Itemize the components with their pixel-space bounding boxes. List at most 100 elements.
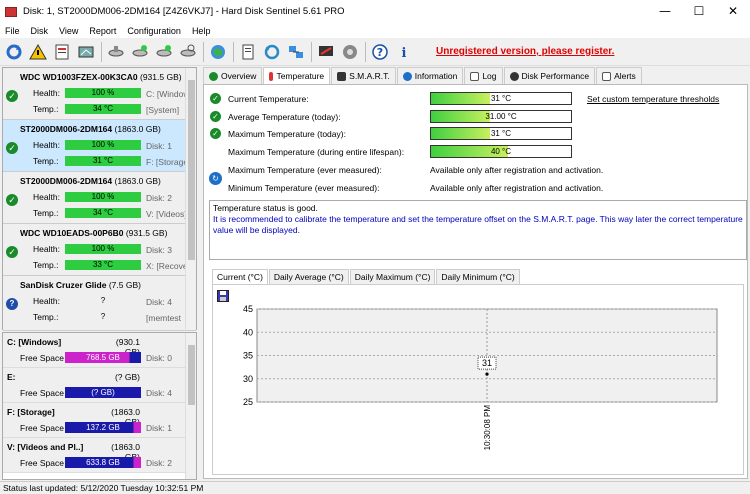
speaker-icon[interactable] xyxy=(340,42,360,62)
disk-item[interactable]: ST2000DM006-2DM164 (1863.0 GB) ✓ Health:… xyxy=(3,172,196,224)
report-icon[interactable] xyxy=(52,42,72,62)
volume-disk: Disk: 1 xyxy=(146,423,172,433)
volume-item[interactable]: F: [Storage] (1863.0 GB) Free Space 137.… xyxy=(3,403,196,438)
disk-side-info: C: [Windows] xyxy=(146,89,186,99)
volume-item[interactable]: V: [Videos and Pl..] (1863.0 GB) Free Sp… xyxy=(3,438,196,473)
disk-size: (1863.0 GB) xyxy=(114,124,161,134)
ok-check-icon: ✓ xyxy=(210,128,221,139)
disk-name: WDC WD1003FZEX-00K3CA0 xyxy=(20,72,138,82)
minimize-button[interactable]: — xyxy=(648,0,682,23)
health-bar: ? xyxy=(100,296,106,305)
unknown-status-icon: ? xyxy=(6,298,18,310)
volume-item[interactable]: E: (? GB) Free Space (? GB) Disk: 4 xyxy=(3,368,196,403)
health-label: Health: xyxy=(33,192,60,202)
volume-item[interactable]: C: [Windows] (930.1 GB) Free Space 768.5… xyxy=(3,333,196,368)
volume-disk: Disk: 4 xyxy=(146,388,172,398)
lifespan-temp-label: Maximum Temperature (during entire lifes… xyxy=(228,147,405,157)
tab-log[interactable]: Log xyxy=(464,67,503,84)
avg-temp-label: Average Temperature (today): xyxy=(228,112,341,122)
globe-icon[interactable] xyxy=(208,42,228,62)
disk-check-icon[interactable] xyxy=(130,42,150,62)
menu-file[interactable]: File xyxy=(5,26,20,36)
settings-icon[interactable] xyxy=(316,42,336,62)
custom-thresholds-link[interactable]: Set custom temperature thresholds xyxy=(587,94,719,104)
ever-max-label: Maximum Temperature (ever measured): xyxy=(228,165,382,175)
menu-view[interactable]: View xyxy=(59,26,78,36)
ever-min-label: Minimum Temperature (ever measured): xyxy=(228,183,380,193)
tab-label: Overview xyxy=(221,71,257,81)
tab-daily-maximum[interactable]: Daily Maximum (°C) xyxy=(349,269,436,284)
disk-warning-icon[interactable] xyxy=(154,42,174,62)
disk-search-icon[interactable] xyxy=(178,42,198,62)
volume-name: E: xyxy=(7,372,16,382)
information-icon xyxy=(402,71,412,81)
temp-value-text: 40 °C xyxy=(490,147,512,156)
tab-disk-performance[interactable]: Disk Performance xyxy=(503,67,596,84)
tab-label: Alerts xyxy=(614,71,636,81)
menu-help[interactable]: Help xyxy=(192,26,211,36)
close-button[interactable]: ✕ xyxy=(716,0,750,23)
volume-list: C: [Windows] (930.1 GB) Free Space 768.5… xyxy=(2,332,197,480)
disk-item[interactable]: WDC WD10EADS-00P6B0 (931.5 GB) ✓ Health:… xyxy=(3,224,196,276)
health-label: Health: xyxy=(33,140,60,150)
tab-daily-average[interactable]: Daily Average (°C) xyxy=(268,269,349,284)
x-tick-label: 10:30:08 PM xyxy=(483,405,492,451)
scrollbar-thumb[interactable] xyxy=(188,80,195,260)
refresh-icon[interactable] xyxy=(4,42,24,62)
tab-information[interactable]: Information xyxy=(396,67,464,84)
temperature-chart-area: 45 40 35 30 25 31 10:30:08 PM xyxy=(212,284,744,475)
temp-label: Temp.: xyxy=(33,312,59,322)
tab-label: Log xyxy=(482,71,497,81)
temperature-chart: 45 40 35 30 25 31 10:30:08 PM xyxy=(243,304,718,451)
info-icon[interactable]: i xyxy=(394,42,414,62)
free-space-label: Free Space xyxy=(20,458,64,468)
temperature-panel: ✓ Current Temperature: 31 °C Set custom … xyxy=(203,84,748,479)
max-temp-label: Maximum Temperature (today): xyxy=(228,129,346,139)
temp-label: Temp.: xyxy=(33,208,59,218)
sync-icon[interactable] xyxy=(262,42,282,62)
y-tick-label: 30 xyxy=(243,374,253,384)
tab-daily-minimum[interactable]: Daily Minimum (°C) xyxy=(436,269,520,284)
unregistered-link[interactable]: Unregistered version, please register. xyxy=(436,46,614,57)
maximize-button[interactable]: ☐ xyxy=(682,0,716,23)
temp-value-text: 31 °C xyxy=(490,129,512,138)
ever-min-value: Available only after registration and ac… xyxy=(430,183,604,193)
volume-disk: Disk: 0 xyxy=(146,353,172,363)
document-icon[interactable] xyxy=(238,42,258,62)
calibrate-info-icon[interactable]: ↻ xyxy=(209,172,222,185)
tab-smart[interactable]: S.M.A.R.T. xyxy=(331,67,396,84)
disk-size: (931.5 GB) xyxy=(140,72,182,82)
network-icon[interactable] xyxy=(286,42,306,62)
disk-size: (931.5 GB) xyxy=(125,228,168,238)
ok-check-icon: ✓ xyxy=(6,90,18,102)
ok-check-icon: ✓ xyxy=(6,246,18,258)
disk-item[interactable]: SanDisk Cruzer Glide (7.5 GB) ? Health: … xyxy=(3,276,196,331)
menu-disk[interactable]: Disk xyxy=(31,26,49,36)
tab-current[interactable]: Current (°C) xyxy=(212,269,268,284)
disk-name: ST2000DM006-2DM164 xyxy=(20,124,113,134)
free-space-bar: 768.5 GB xyxy=(65,352,141,363)
volume-list-scrollbar[interactable] xyxy=(185,333,196,479)
help-icon[interactable]: ? xyxy=(370,42,390,62)
tab-temperature[interactable]: Temperature xyxy=(263,67,331,84)
temp-label: Temp.: xyxy=(33,156,59,166)
disk-side-info: Disk: 3 xyxy=(146,245,172,255)
disk-item-selected[interactable]: ST2000DM006-2DM164 (1863.0 GB) ✓ Health:… xyxy=(3,120,196,172)
disk-side-info: V: [Videos] xyxy=(146,209,186,219)
menu-configuration[interactable]: Configuration xyxy=(127,26,181,36)
disk-item[interactable]: WDC WD1003FZEX-00K3CA0 (931.5 GB) ✓ Heal… xyxy=(3,68,196,120)
volume-size: (? GB) xyxy=(114,372,140,382)
tab-overview[interactable]: Overview xyxy=(203,67,263,84)
menu-report[interactable]: Report xyxy=(89,26,116,36)
menu-bar: File Disk View Report Configuration Help xyxy=(0,23,750,38)
tab-alerts[interactable]: Alerts xyxy=(596,67,642,84)
disk-tool-icon[interactable] xyxy=(106,42,126,62)
free-space-label: Free Space xyxy=(20,423,64,433)
warning-icon[interactable] xyxy=(28,42,48,62)
scrollbar-thumb[interactable] xyxy=(188,345,195,405)
volume-name: C: [Windows] xyxy=(7,337,62,347)
drive-image-icon[interactable] xyxy=(76,42,96,62)
toolbar: ? i Unregistered version, please registe… xyxy=(0,38,750,66)
health-bar: 100 % xyxy=(65,244,141,254)
disk-list-scrollbar[interactable] xyxy=(185,68,196,329)
